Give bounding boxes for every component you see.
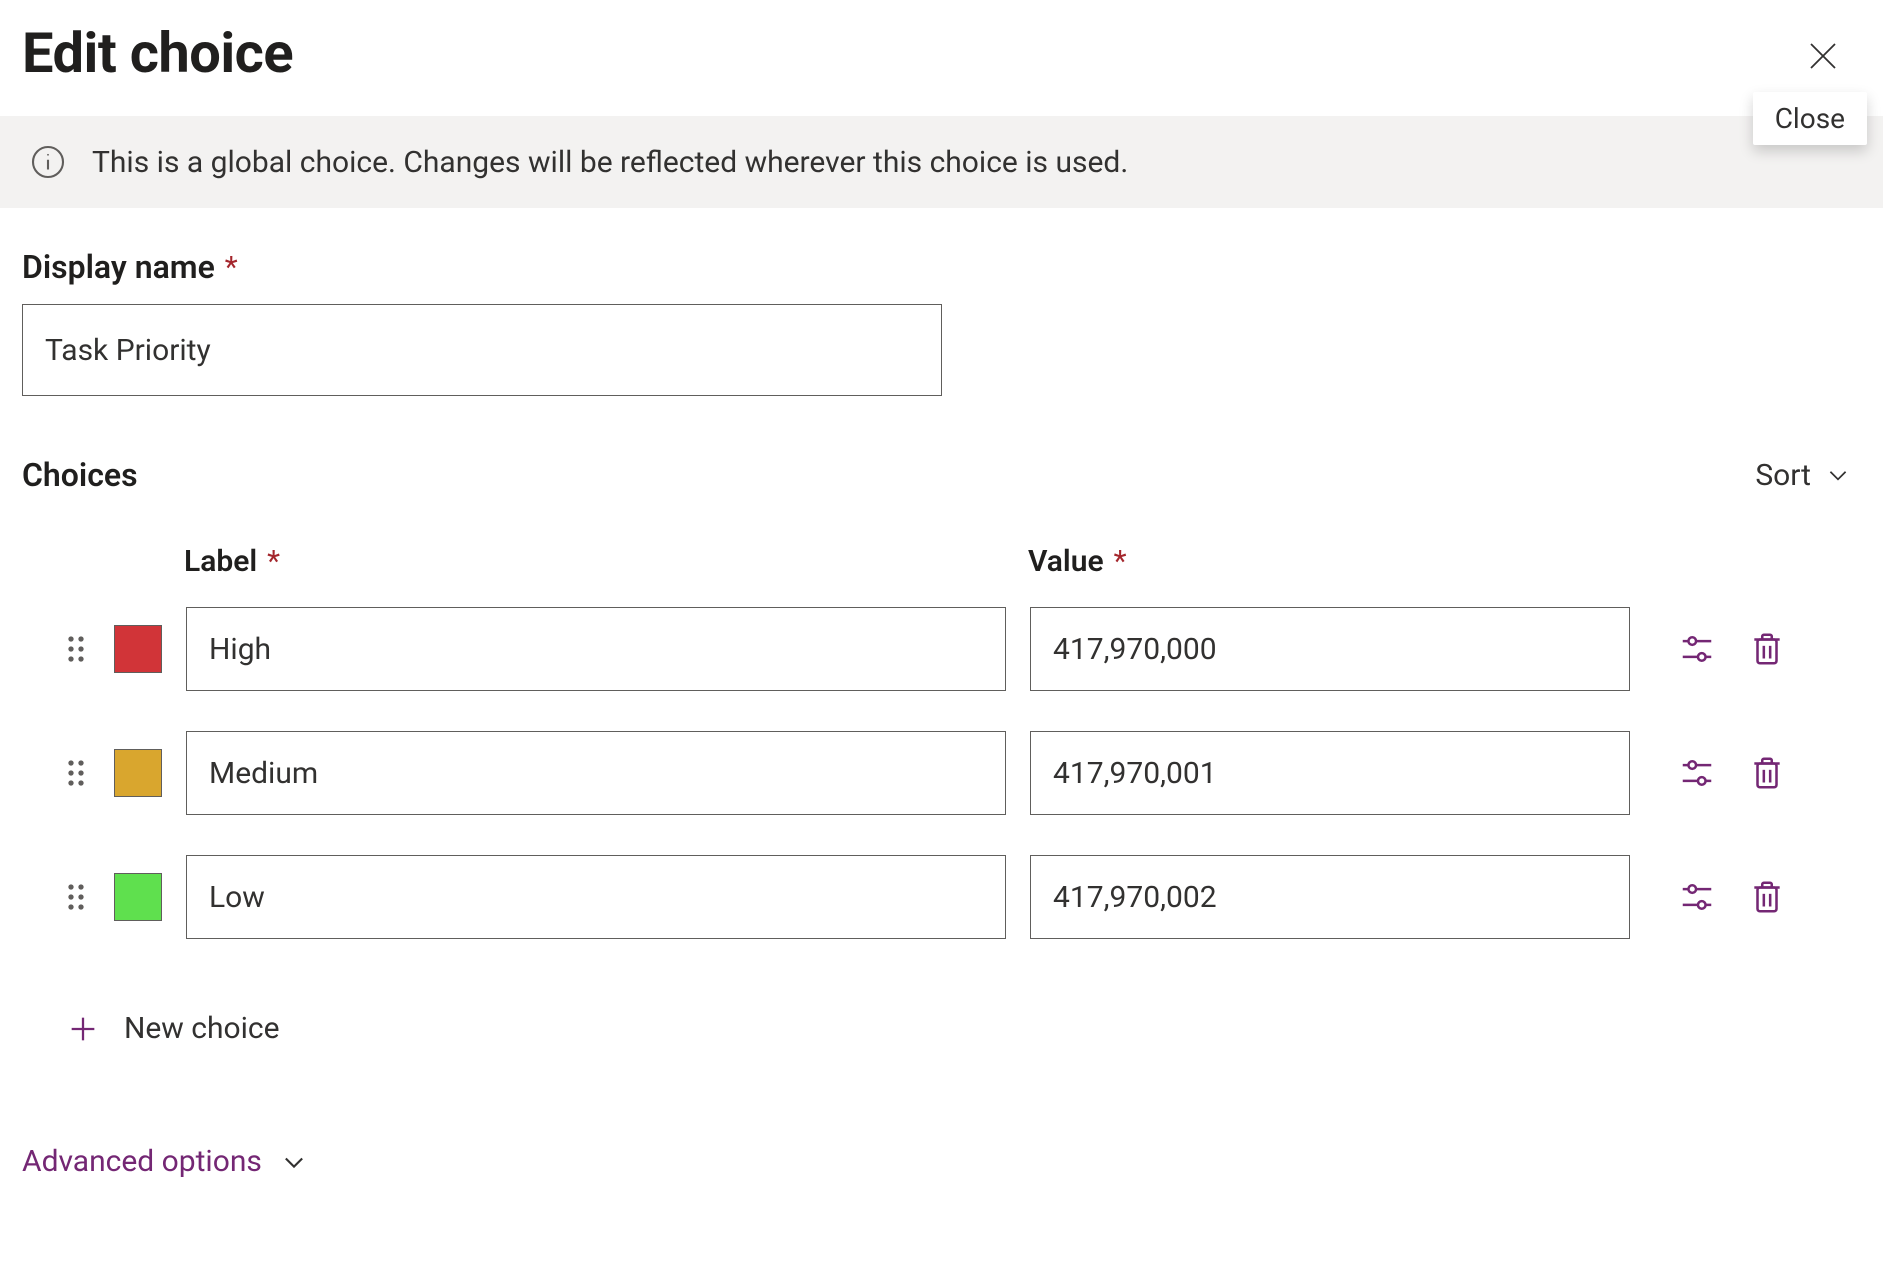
sort-button[interactable]: Sort: [1755, 458, 1861, 493]
info-banner: This is a global choice. Changes will be…: [0, 116, 1883, 208]
color-swatch[interactable]: [114, 749, 162, 797]
display-name-label-text: Display name: [22, 248, 215, 286]
grip-icon: [65, 882, 87, 912]
choices-column-headers: Label * Value *: [62, 544, 1851, 579]
choice-delete-button[interactable]: [1744, 874, 1790, 920]
chevron-down-icon: [280, 1148, 308, 1176]
info-banner-text: This is a global choice. Changes will be…: [92, 145, 1128, 180]
column-header-value: Value: [1028, 544, 1104, 579]
required-star: *: [1114, 544, 1127, 579]
choice-row: [62, 731, 1851, 815]
info-icon: [30, 144, 66, 180]
trash-icon: [1748, 630, 1786, 668]
advanced-options-label: Advanced options: [22, 1144, 262, 1179]
trash-icon: [1748, 878, 1786, 916]
column-header-label: Label: [184, 544, 257, 579]
choice-delete-button[interactable]: [1744, 626, 1790, 672]
sliders-icon: [1678, 630, 1716, 668]
panel-title: Edit choice: [22, 20, 293, 86]
choice-delete-button[interactable]: [1744, 750, 1790, 796]
drag-handle[interactable]: [62, 629, 90, 669]
color-swatch[interactable]: [114, 625, 162, 673]
sort-button-label: Sort: [1755, 458, 1811, 493]
close-button[interactable]: [1793, 26, 1853, 86]
drag-handle[interactable]: [62, 753, 90, 793]
choice-row: [62, 855, 1851, 939]
choice-label-input[interactable]: [186, 731, 1006, 815]
choice-value-input[interactable]: [1030, 607, 1630, 691]
color-swatch[interactable]: [114, 873, 162, 921]
new-choice-button[interactable]: New choice: [62, 1003, 284, 1054]
close-tooltip: Close: [1753, 92, 1867, 145]
required-star: *: [267, 544, 280, 579]
choice-row: [62, 607, 1851, 691]
required-star: *: [225, 250, 238, 285]
drag-handle[interactable]: [62, 877, 90, 917]
grip-icon: [65, 634, 87, 664]
trash-icon: [1748, 754, 1786, 792]
display-name-label: Display name *: [22, 248, 1861, 286]
choice-value-input[interactable]: [1030, 731, 1630, 815]
plus-icon: [66, 1012, 100, 1046]
close-icon: [1805, 38, 1841, 74]
choice-settings-button[interactable]: [1674, 750, 1720, 796]
display-name-input[interactable]: [22, 304, 942, 396]
chevron-down-icon: [1825, 462, 1851, 488]
advanced-options-toggle[interactable]: Advanced options: [22, 1144, 308, 1179]
new-choice-label: New choice: [124, 1011, 280, 1046]
choice-settings-button[interactable]: [1674, 874, 1720, 920]
choices-heading: Choices: [22, 456, 138, 494]
choice-label-input[interactable]: [186, 855, 1006, 939]
sliders-icon: [1678, 878, 1716, 916]
choice-label-input[interactable]: [186, 607, 1006, 691]
choice-settings-button[interactable]: [1674, 626, 1720, 672]
grip-icon: [65, 758, 87, 788]
sliders-icon: [1678, 754, 1716, 792]
choice-value-input[interactable]: [1030, 855, 1630, 939]
